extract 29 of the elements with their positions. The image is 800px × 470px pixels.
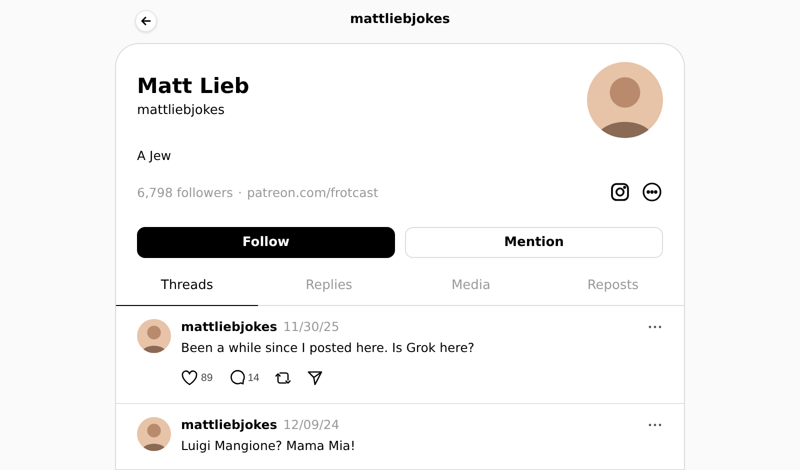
post-username[interactable]: mattliebjokes	[181, 417, 278, 432]
back-arrow-icon	[140, 15, 152, 27]
post-username[interactable]: mattliebjokes	[181, 319, 278, 334]
more-icon[interactable]	[641, 181, 663, 203]
reply-button[interactable]: 14	[228, 369, 260, 387]
send-icon	[307, 370, 324, 386]
profile-bio: A Jew	[136, 148, 172, 163]
page-title: mattliebjokes	[350, 12, 450, 27]
instagram-icon[interactable]	[609, 181, 631, 203]
profile-tab[interactable]: Threads	[116, 266, 258, 306]
heart-icon	[181, 370, 198, 386]
back-button[interactable]	[135, 10, 157, 32]
post-date: 12/09/24	[283, 417, 340, 432]
post-avatar	[137, 319, 171, 353]
reply-count: 14	[248, 372, 260, 384]
post-date: 11/30/25	[283, 319, 340, 334]
profile-name: Matt Lieb	[137, 74, 250, 98]
repost-icon	[275, 370, 292, 386]
follow-button[interactable]: Follow	[137, 227, 395, 258]
comment-icon	[228, 370, 245, 386]
mention-button[interactable]: Mention	[405, 227, 663, 258]
separator: ·	[238, 184, 242, 200]
like-count: 89	[201, 372, 213, 384]
share-button[interactable]	[307, 369, 324, 387]
like-button[interactable]: 89	[181, 369, 213, 387]
post-avatar-b	[137, 417, 171, 451]
post-text: Luigi Mangione? Mama Mia!	[181, 438, 356, 453]
post-text: Been a while since I posted here. Is Grok here?	[181, 340, 476, 355]
profile-username: mattliebjokes	[137, 103, 226, 118]
